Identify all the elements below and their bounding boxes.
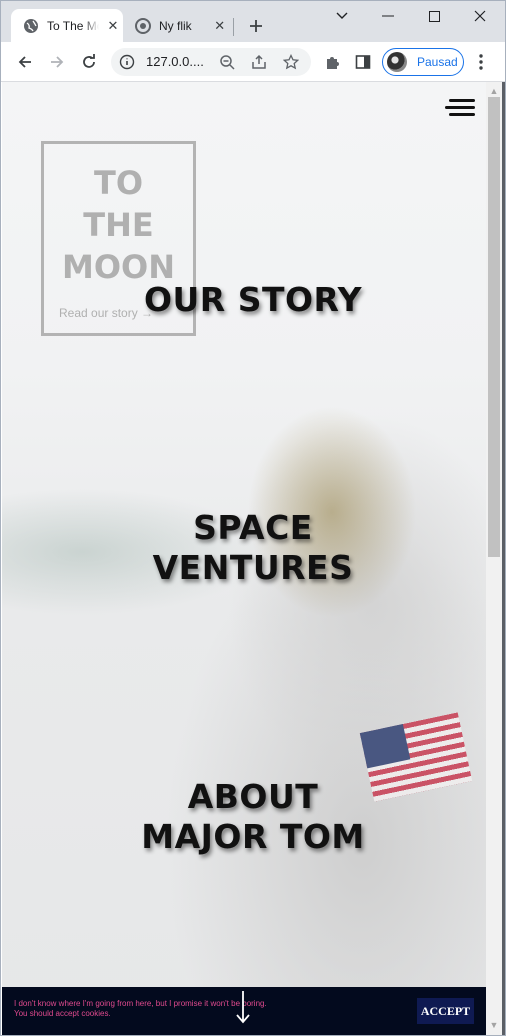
minimize-icon: [382, 15, 394, 17]
profile-button[interactable]: Pausad: [382, 48, 464, 76]
background-window-edge: [502, 82, 505, 1035]
star-icon[interactable]: [283, 54, 299, 70]
tab-title: Ny flik: [159, 18, 192, 33]
tab-close-icon[interactable]: ✕: [105, 18, 121, 34]
nav-heading-about-major-tom[interactable]: ABOUT MAJOR TOM: [61, 777, 445, 857]
zoom-out-icon[interactable]: [219, 54, 235, 70]
tab-title: To The Moon: [47, 18, 99, 33]
profile-name: Pausad: [417, 55, 458, 69]
info-icon[interactable]: [119, 54, 135, 70]
share-icon[interactable]: [251, 54, 267, 70]
side-panel-icon: [355, 55, 371, 69]
address-bar[interactable]: 127.0.0....: [111, 48, 311, 76]
chevron-down-icon: [336, 12, 348, 19]
heading-line: OUR STORY: [143, 280, 363, 319]
cookie-message: I don't know where I'm going from here, …: [14, 999, 267, 1019]
reload-button[interactable]: [77, 50, 101, 74]
reload-icon: [83, 54, 95, 68]
tab-close-icon[interactable]: ✕: [212, 18, 227, 34]
scroll-up-arrow-icon[interactable]: ▲: [488, 85, 500, 97]
hamburger-menu-icon[interactable]: [445, 99, 475, 117]
tab-new-tab[interactable]: Ny flik ✕: [127, 9, 227, 42]
close-window-button[interactable]: [465, 5, 495, 27]
chrome-icon: [135, 17, 151, 34]
new-tab-button[interactable]: [245, 15, 267, 37]
arrow-right-icon: [51, 56, 64, 68]
scroll-down-arrow-icon[interactable]: ▼: [488, 1019, 500, 1031]
kebab-icon: [479, 54, 483, 70]
menu-button[interactable]: [469, 50, 493, 74]
scrollbar-thumb[interactable]: [488, 97, 500, 557]
cookie-line: I don't know where I'm going from here, …: [14, 999, 267, 1008]
nav-heading-space-ventures[interactable]: SPACE VENTURES: [61, 508, 445, 588]
logo-line: TO: [93, 164, 144, 202]
globe-icon: [24, 18, 38, 33]
maximize-button[interactable]: [419, 5, 449, 27]
heading-line: ABOUT: [187, 777, 319, 816]
heading-line: VENTURES: [152, 548, 354, 587]
browser-toolbar: 127.0.0.... Pausad: [1, 42, 505, 82]
url-text: 127.0.0....: [146, 54, 204, 69]
tab-search-button[interactable]: [327, 5, 357, 27]
close-icon: [474, 10, 486, 22]
heading-line: SPACE: [193, 508, 313, 547]
logo-line: THE: [83, 206, 154, 244]
browser-window: To The Moon ✕ Ny flik ✕: [0, 0, 506, 1036]
puzzle-icon: [327, 57, 339, 69]
nav-heading-our-story[interactable]: OUR STORY: [61, 280, 445, 320]
extensions-button[interactable]: [321, 50, 345, 74]
tab-to-the-moon[interactable]: To The Moon ✕: [11, 9, 123, 42]
logo-text: TO THE MOON: [44, 162, 193, 288]
heading-line: MAJOR TOM: [141, 817, 365, 856]
plus-icon: [250, 20, 262, 32]
back-button[interactable]: [13, 50, 37, 74]
forward-button[interactable]: [45, 50, 69, 74]
avatar: [387, 52, 407, 72]
accept-cookies-button[interactable]: ACCEPT: [417, 998, 474, 1024]
tab-separator: [233, 18, 234, 36]
tab-strip: To The Moon ✕ Ny flik ✕: [1, 1, 505, 42]
scroll-down-icon[interactable]: [235, 991, 251, 1025]
cookie-line: You should accept cookies.: [14, 1009, 111, 1018]
side-panel-button[interactable]: [351, 50, 375, 74]
arrow-left-icon: [18, 56, 31, 68]
minimize-button[interactable]: [373, 5, 403, 27]
maximize-icon: [428, 10, 440, 22]
